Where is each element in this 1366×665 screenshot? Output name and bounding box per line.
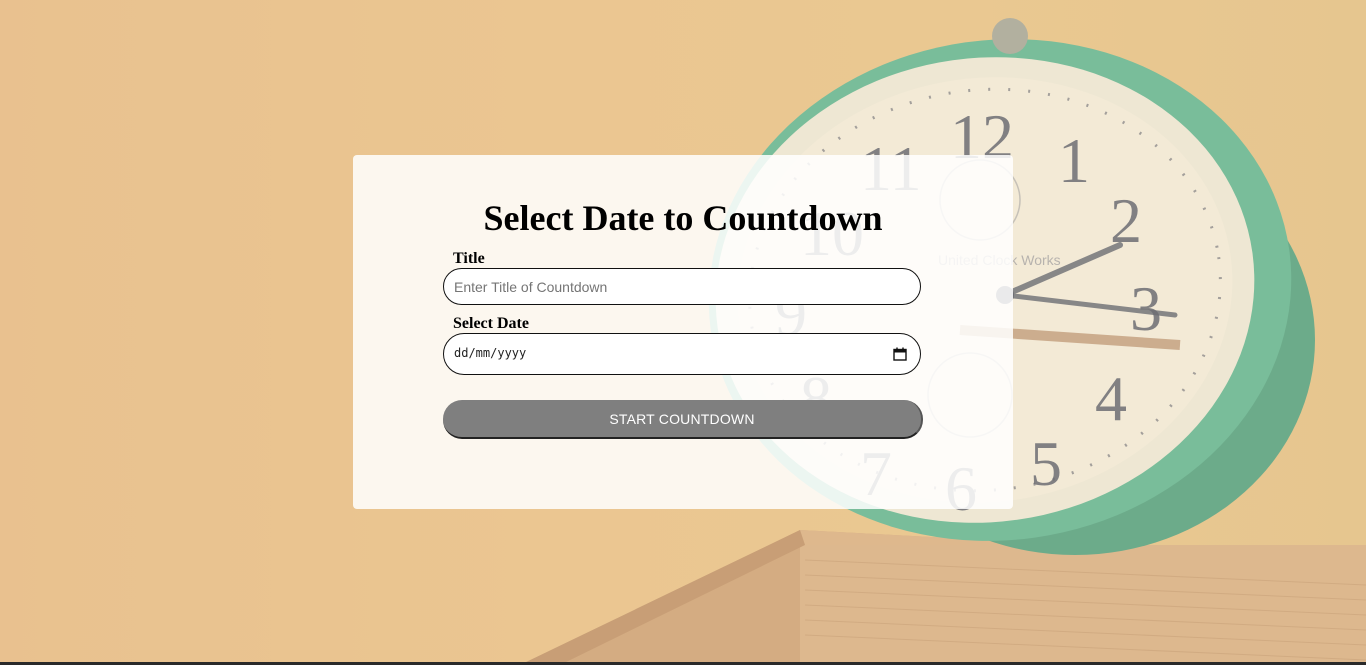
countdown-form-card: Select Date to Countdown Title Select Da… [353, 155, 1013, 509]
calendar-icon[interactable] [893, 347, 907, 361]
form-heading: Select Date to Countdown [483, 198, 883, 238]
date-label: Select Date [453, 315, 529, 332]
date-input[interactable]: dd/mm/yyyy [443, 333, 921, 375]
title-label: Title [453, 250, 485, 267]
date-placeholder: dd/mm/yyyy [454, 346, 527, 360]
title-input[interactable] [443, 268, 921, 305]
start-countdown-button[interactable]: START COUNTDOWN [443, 400, 923, 439]
